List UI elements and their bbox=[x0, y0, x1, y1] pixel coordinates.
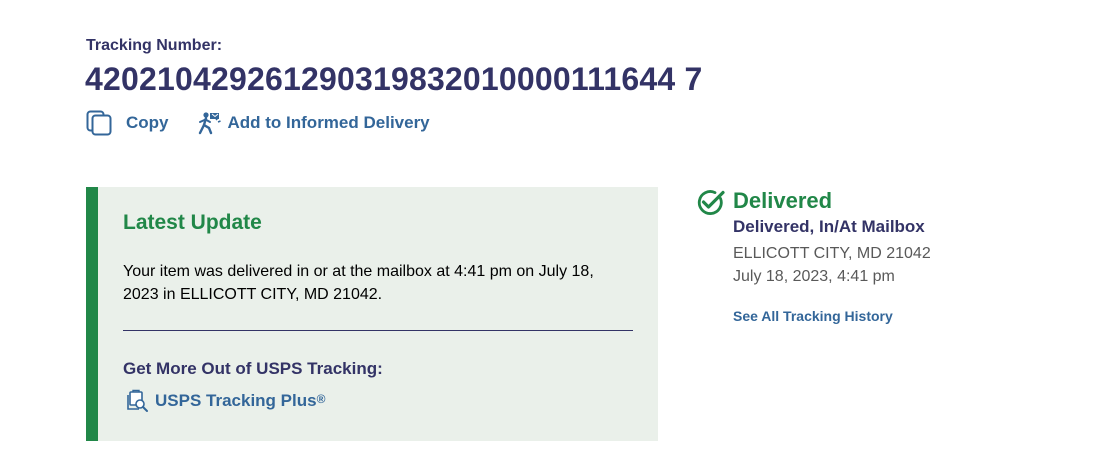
panel-divider bbox=[123, 330, 633, 331]
see-all-tracking-history-link[interactable]: See All Tracking History bbox=[733, 308, 893, 324]
tracking-number: 420210429261290319832010000111644 7 bbox=[85, 61, 703, 97]
tracking-number-label: Tracking Number: bbox=[86, 37, 223, 54]
add-to-informed-delivery-label: Add to Informed Delivery bbox=[227, 113, 430, 132]
get-more-heading: Get More Out of USPS Tracking: bbox=[123, 359, 383, 378]
latest-update-message: Your item was delivered in or at the mai… bbox=[123, 263, 594, 303]
check-circle-icon bbox=[696, 189, 726, 222]
usps-tracking-plus-link[interactable]: USPS Tracking Plus ® bbox=[125, 389, 325, 413]
tracking-actions: Copy Add to Informed Delivery bbox=[86, 110, 430, 136]
add-to-informed-delivery-button[interactable]: Add to Informed Delivery bbox=[196, 111, 430, 135]
copy-label: Copy bbox=[126, 113, 169, 132]
usps-tracking-plus-label: USPS Tracking Plus bbox=[155, 391, 317, 410]
delivery-status-title: Delivered bbox=[733, 188, 833, 213]
delivery-status-detail: Delivered, In/At Mailbox bbox=[733, 217, 925, 236]
copy-icon bbox=[86, 110, 112, 136]
latest-update-title: Latest Update bbox=[123, 211, 262, 234]
latest-update-panel: Latest Update Your item was delivered in… bbox=[86, 187, 658, 441]
mail-carrier-icon bbox=[196, 111, 222, 135]
tracking-plus-icon bbox=[125, 389, 149, 413]
delivery-location: ELLICOTT CITY, MD 21042 bbox=[733, 245, 931, 262]
delivery-datetime: July 18, 2023, 4:41 pm bbox=[733, 268, 895, 285]
copy-button[interactable]: Copy bbox=[86, 110, 169, 136]
registered-mark: ® bbox=[316, 392, 326, 406]
